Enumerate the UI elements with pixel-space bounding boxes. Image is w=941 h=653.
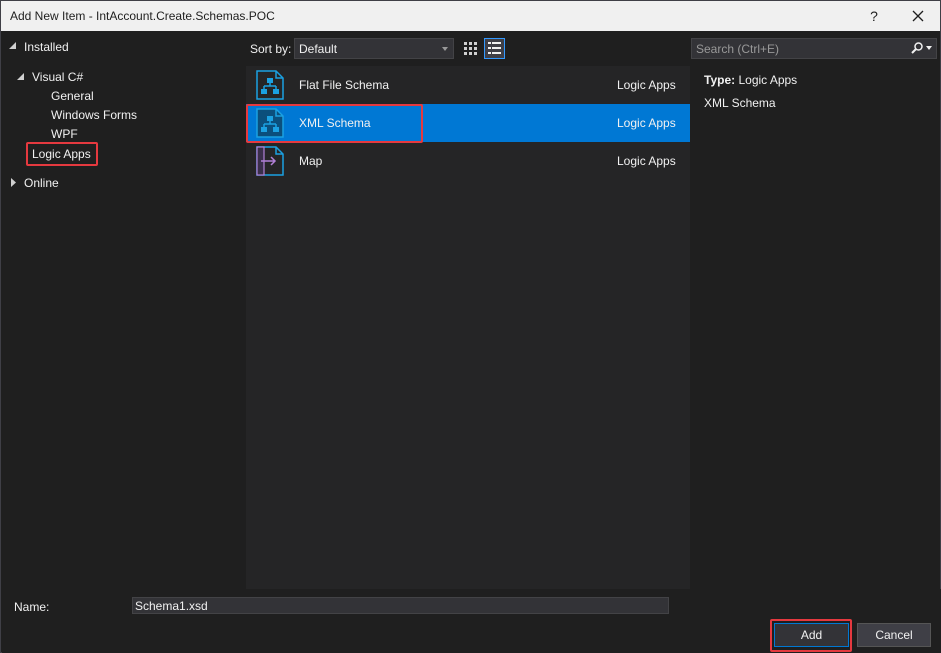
collapse-triangle-icon <box>11 178 16 187</box>
template-list: Flat File Schema Logic Apps XML Schema L… <box>246 66 690 589</box>
tree-item-installed: Installed <box>24 40 69 54</box>
add-button-highlight <box>770 619 852 652</box>
item-category: Logic Apps <box>617 78 676 92</box>
title-bar: Add New Item - IntAccount.Create.Schemas… <box>1 1 940 31</box>
list-view-button[interactable] <box>484 38 505 59</box>
item-category: Logic Apps <box>617 154 676 168</box>
item-name: Map <box>299 154 323 168</box>
small-icons-view-button[interactable] <box>460 38 481 59</box>
list-item[interactable]: Flat File Schema Logic Apps <box>246 66 690 104</box>
schema-icon <box>256 70 284 100</box>
tree-item-windows-forms[interactable]: Windows Forms <box>51 108 137 122</box>
template-tree: Installed Visual C# General Windows Form… <box>2 32 245 589</box>
list-view-icon <box>488 42 501 54</box>
grid-view-icon <box>464 42 477 55</box>
close-button[interactable] <box>898 1 938 31</box>
search-options[interactable] <box>911 42 932 54</box>
cancel-button[interactable]: Cancel <box>857 623 931 647</box>
sort-by-select[interactable]: Default <box>294 38 454 59</box>
list-item[interactable]: Map Logic Apps <box>246 142 690 180</box>
expand-triangle-icon <box>17 73 24 80</box>
item-category: Logic Apps <box>617 116 676 130</box>
name-field[interactable]: Schema1.xsd <box>132 597 669 614</box>
tree-item-general[interactable]: General <box>51 89 94 103</box>
search-placeholder: Search (Ctrl+E) <box>696 42 780 56</box>
sort-by-label: Sort by: <box>250 42 292 56</box>
detail-type-value: Logic Apps <box>738 73 798 87</box>
tree-item-visual-csharp: Visual C# <box>32 70 84 84</box>
add-new-item-dialog: Add New Item - IntAccount.Create.Schemas… <box>0 0 941 653</box>
close-icon <box>912 10 924 22</box>
tree-item-online: Online <box>24 176 59 190</box>
detail-type: Type: Logic Apps <box>704 73 797 87</box>
detail-type-label: Type: <box>704 73 736 87</box>
search-input[interactable]: Search (Ctrl+E) <box>691 38 937 59</box>
detail-description: XML Schema <box>704 96 776 110</box>
chevron-down-icon <box>926 46 932 50</box>
name-label: Name: <box>14 600 50 614</box>
logic-apps-highlight <box>26 142 98 166</box>
map-icon <box>256 146 284 176</box>
tree-item-wpf[interactable]: WPF <box>51 127 78 141</box>
sort-by-value: Default <box>299 42 338 56</box>
detail-panel: Type: Logic Apps XML Schema <box>691 66 940 589</box>
bottom-bar: Name: Schema1.xsd Add Cancel <box>2 589 941 653</box>
help-button[interactable]: ? <box>854 1 894 31</box>
xml-schema-highlight <box>246 104 423 143</box>
item-name: Flat File Schema <box>299 78 390 92</box>
search-icon <box>911 42 923 54</box>
expand-triangle-icon <box>9 42 16 49</box>
dropdown-arrow-icon <box>442 47 448 51</box>
window-title: Add New Item - IntAccount.Create.Schemas… <box>10 9 275 23</box>
